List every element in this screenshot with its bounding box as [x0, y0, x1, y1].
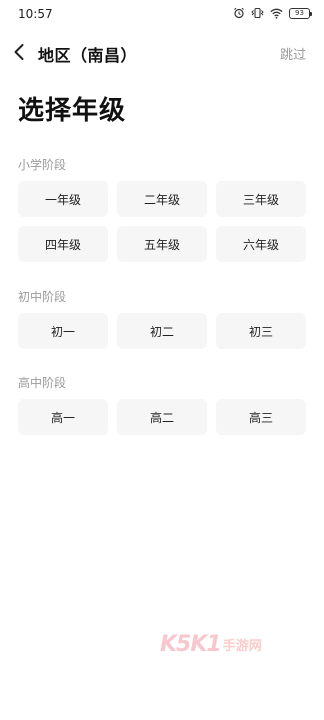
grade-button[interactable]: 二年级 [117, 181, 207, 217]
grade-grid-junior: 初一 初二 初三 [18, 313, 306, 349]
watermark-text: 手游网 [222, 639, 262, 654]
watermark-logo: K5K1 手游网 [160, 632, 262, 657]
nav-bar: 地区（南昌） 跳过 [0, 36, 324, 68]
grade-button[interactable]: 六年级 [216, 226, 306, 262]
grade-button[interactable]: 高三 [216, 399, 306, 435]
status-icons: 93 [233, 7, 312, 19]
section-label-primary: 小学阶段 [18, 158, 67, 172]
battery-icon: 93 [289, 7, 312, 19]
grade-button[interactable]: 高一 [18, 399, 108, 435]
watermark-brand: K5K1 [160, 632, 222, 657]
wifi-icon [270, 8, 283, 19]
page-title: 选择年级 [18, 96, 127, 126]
region-title[interactable]: 地区（南昌） [38, 42, 137, 66]
skip-button[interactable]: 跳过 [280, 44, 306, 63]
alarm-icon [234, 7, 244, 19]
grade-button[interactable]: 一年级 [18, 181, 108, 217]
grade-grid-primary: 一年级 二年级 三年级 四年级 五年级 六年级 [18, 181, 306, 262]
section-label-senior: 高中阶段 [18, 376, 67, 390]
grade-button[interactable]: 高二 [117, 399, 207, 435]
status-time: 10:57 [18, 7, 53, 21]
grade-grid-senior: 高一 高二 高三 [18, 399, 306, 435]
grade-button[interactable]: 五年级 [117, 226, 207, 262]
grade-button[interactable]: 初二 [117, 313, 207, 349]
vibrate-icon [251, 7, 264, 19]
status-bar: 10:57 93 [0, 0, 324, 28]
grade-button[interactable]: 三年级 [216, 181, 306, 217]
grade-button[interactable]: 初三 [216, 313, 306, 349]
grade-button[interactable]: 初一 [18, 313, 108, 349]
grade-button[interactable]: 四年级 [18, 226, 108, 262]
back-arrow-icon[interactable] [10, 42, 30, 62]
section-label-junior: 初中阶段 [18, 290, 67, 304]
